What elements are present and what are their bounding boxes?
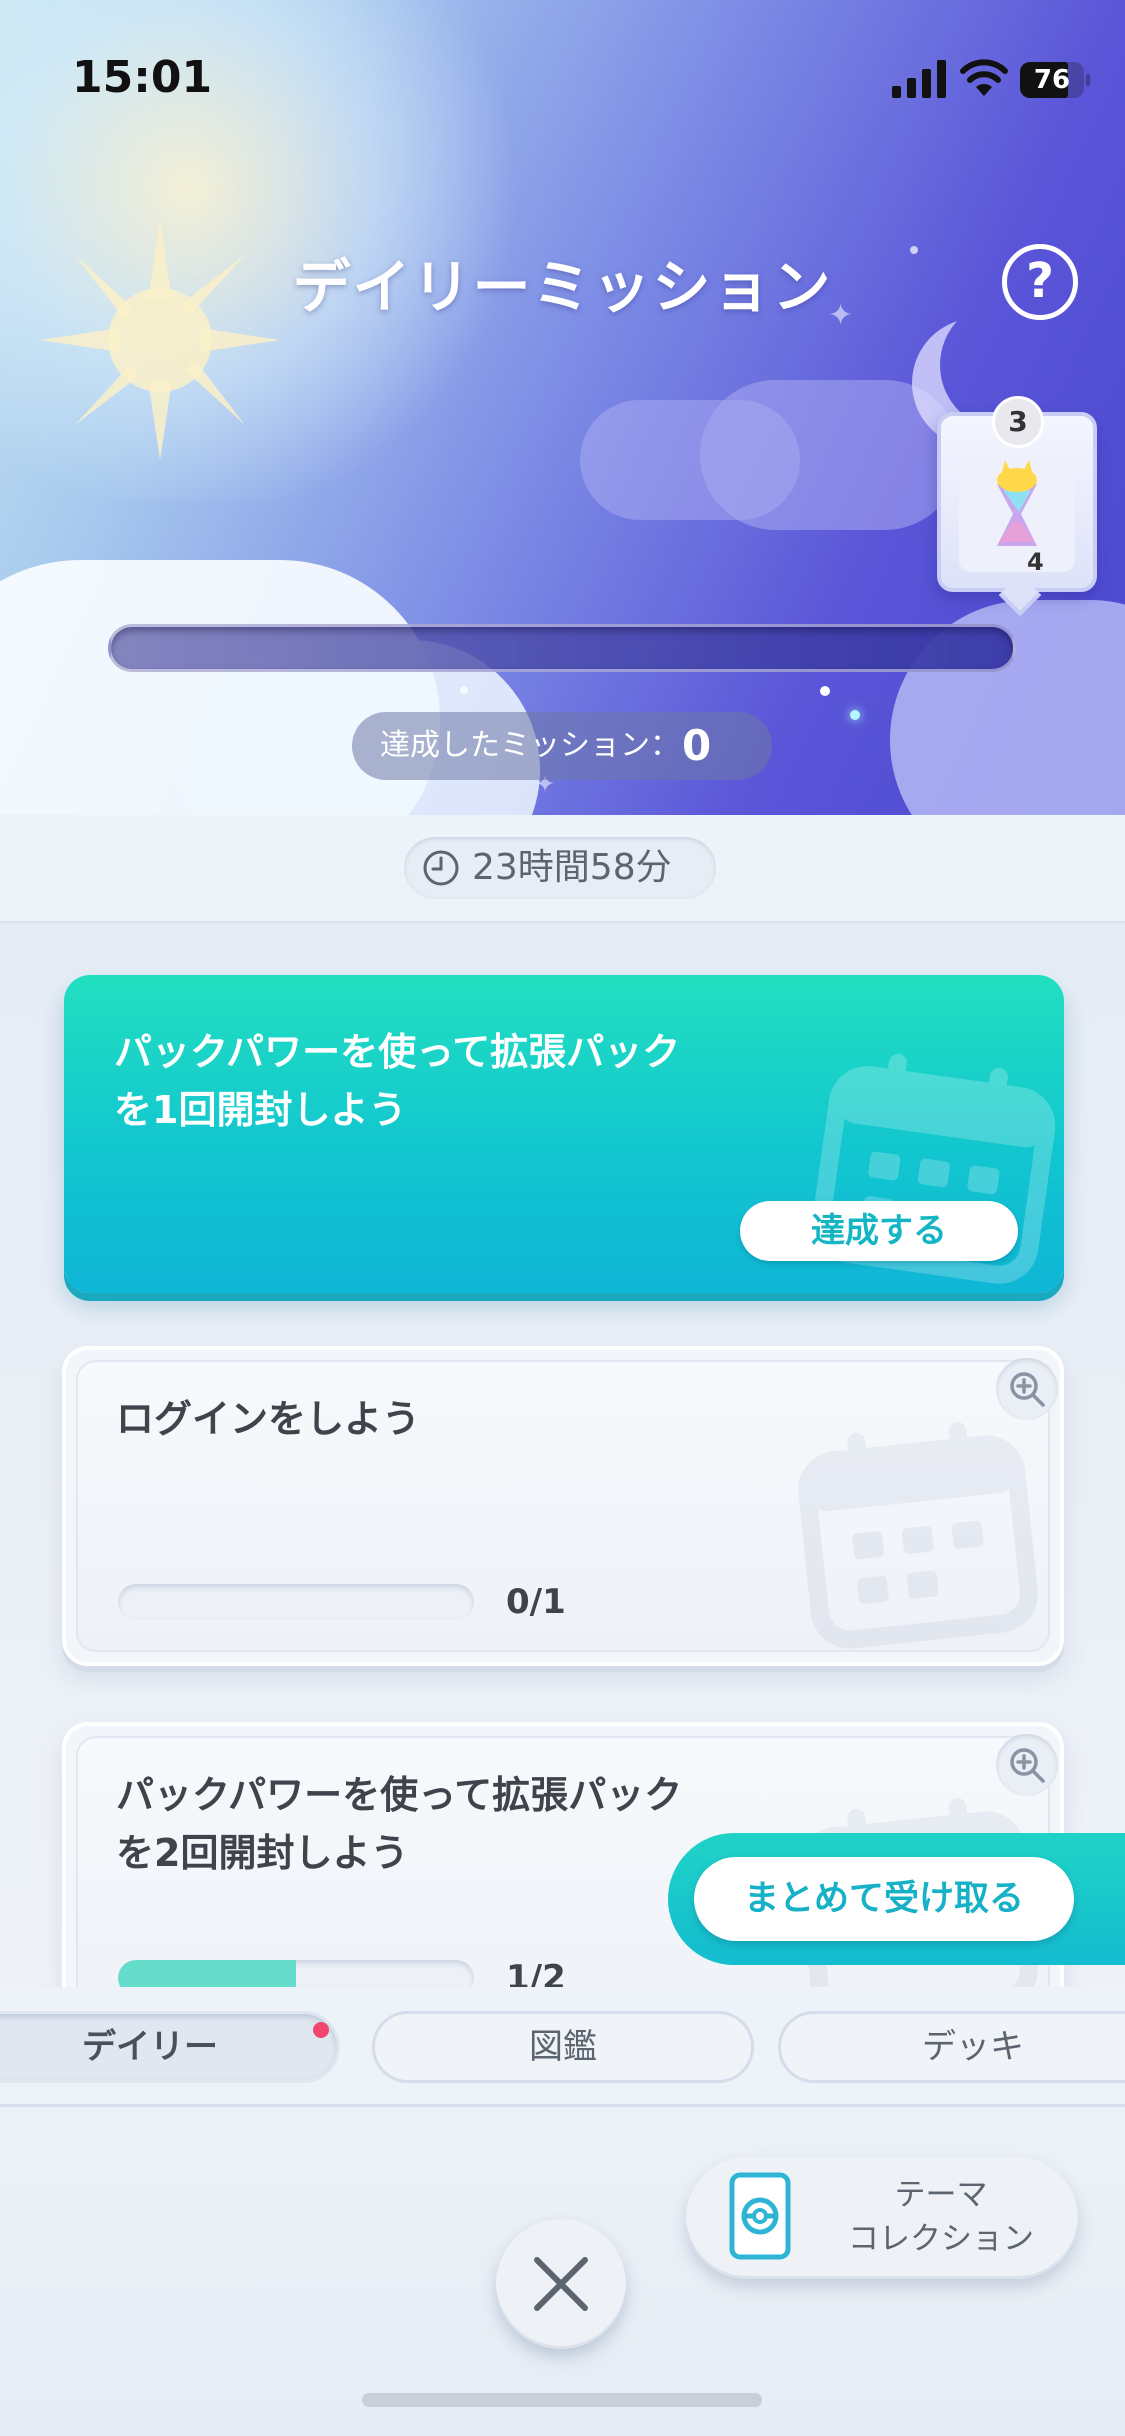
mission-progress-text: 1/2 [506, 1958, 566, 1987]
mission-card[interactable]: ログインをしよう 0/1 [62, 1346, 1064, 1666]
completed-missions-pill: 達成したミッション： 0 [352, 712, 772, 780]
reward-count: 4 [1027, 548, 1044, 576]
tab-bar: デイリー 図鑑 デッキ [0, 1987, 1125, 2107]
mission-progress-bar [118, 1960, 474, 1987]
theme-collection-label: テーマ コレクション [848, 2177, 1034, 2257]
notification-dot [313, 2022, 329, 2038]
daily-mission-progress-bar [108, 624, 1016, 672]
status-bar: 15:01 76 [0, 0, 1125, 140]
close-button[interactable] [496, 2219, 626, 2349]
reward-badge: 3 [992, 396, 1044, 448]
theme-collection-button[interactable]: テーマ コレクション [686, 2157, 1078, 2279]
mission-progress-fill [118, 1960, 296, 1987]
star-dot [820, 686, 830, 696]
clock-icon [423, 850, 459, 886]
mission-header: ✦ ✦ 15:01 76 デイリーミッション ? 3 4 達成したミッション： … [0, 0, 1125, 815]
zoom-in-icon [1010, 1372, 1045, 1407]
tab-deck[interactable]: デッキ [778, 2011, 1125, 2083]
help-button[interactable]: ? [1002, 244, 1078, 320]
time-remaining: 23時間58分 [472, 847, 672, 888]
card-collection-icon [729, 2172, 791, 2260]
zoom-in-button[interactable] [996, 1734, 1058, 1796]
cellular-signal-icon [892, 60, 946, 98]
close-icon [534, 2257, 588, 2311]
mission-progress-bar [118, 1584, 474, 1620]
tab-label: デッキ [922, 2027, 1024, 2067]
page-title: デイリーミッション [292, 253, 833, 321]
zoom-in-icon [1010, 1748, 1045, 1783]
status-time: 15:01 [72, 52, 213, 103]
tab-label: 図鑑 [529, 2027, 597, 2067]
completed-missions-label: 達成したミッション： [380, 728, 680, 763]
battery-icon: 76 [1020, 62, 1090, 98]
mission-progress-text: 0/1 [506, 1582, 566, 1622]
claim-all-button[interactable]: まとめて受け取る [694, 1857, 1074, 1941]
timer-strip: 23時間58分 [0, 815, 1125, 923]
home-indicator[interactable] [362, 2393, 762, 2407]
claim-all-panel: まとめて受け取る [668, 1833, 1125, 1965]
completed-missions-count: 0 [682, 721, 712, 770]
star-dot [850, 710, 860, 720]
mission-list[interactable]: パックパワーを使って拡張パックを1回開封しよう 達成する ログインをしよう 0/… [0, 923, 1125, 1987]
tab-daily[interactable]: デイリー [0, 2011, 340, 2083]
hourglass-reward-icon [959, 456, 1075, 572]
tab-label: デイリー [82, 2027, 218, 2067]
zoom-in-button[interactable] [996, 1358, 1058, 1420]
time-remaining-pill: 23時間58分 [404, 837, 716, 899]
bottom-bar: テーマ コレクション [0, 2107, 1125, 2436]
tab-pokedex[interactable]: 図鑑 [372, 2011, 754, 2083]
mission-title: ログインをしよう [116, 1397, 421, 1441]
calendar-icon [798, 1422, 1038, 1649]
mission-title: パックパワーを使って拡張パックを1回開封しよう [114, 1030, 681, 1132]
battery-level: 76 [1033, 65, 1071, 95]
achieve-button[interactable]: 達成する [740, 1201, 1018, 1261]
mission-title: パックパワーを使って拡張パックを2回開封しよう [116, 1773, 683, 1875]
mission-reward-card[interactable]: 3 4 [937, 396, 1097, 592]
wifi-icon [960, 59, 1008, 96]
cloud-decoration [700, 380, 960, 530]
mission-card-achievable[interactable]: パックパワーを使って拡張パックを1回開封しよう 達成する [64, 975, 1064, 1293]
